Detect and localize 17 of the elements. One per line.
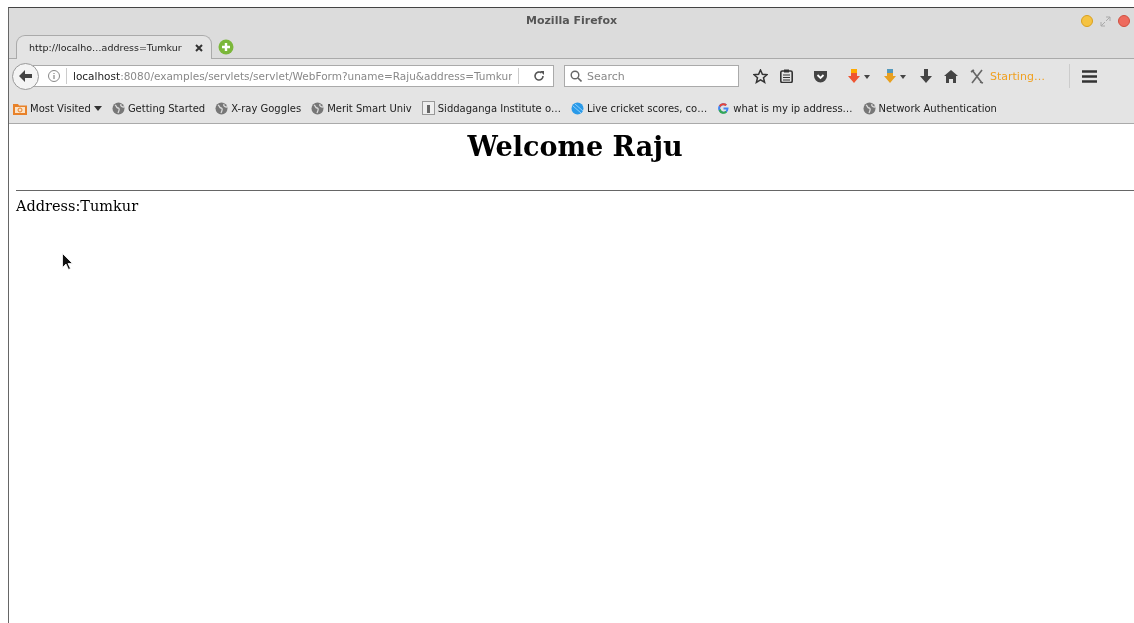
bookmark-item[interactable]: Most Visited [13, 101, 102, 115]
bookmark-item[interactable]: Merit Smart Univ [311, 101, 412, 115]
bookmark-item[interactable]: Siddaganga Institute o… [421, 101, 561, 115]
page-heading: Welcome Raju [466, 130, 684, 164]
tab-title: http://localho…address=Tumkur [29, 42, 182, 53]
bookmark-item[interactable]: X-ray Goggles [215, 101, 302, 115]
browser-tab[interactable]: http://localho…address=Tumkur [16, 35, 212, 59]
url-field[interactable]: localhost:8080/examples/servlets/servlet/WebForm?uname=Raju&address=Tumkur [33, 65, 554, 87]
bookmark-item[interactable]: Live cricket scores, co… [571, 101, 708, 115]
search-field[interactable]: Search [564, 65, 739, 87]
bookmark-item[interactable]: Network Authentication [862, 101, 997, 115]
window-title: Mozilla Firefox [525, 14, 618, 27]
search-placeholder: Search [587, 69, 625, 83]
address-text: Address:Tumkur [16, 198, 140, 214]
bookmark-item[interactable]: what is my ip address… [717, 101, 853, 115]
bookmark-item[interactable]: Getting Started [111, 101, 206, 115]
url-text: localhost:8080/examples/servlets/servlet/WebForm?uname=Raju&address=Tumkur [73, 70, 512, 82]
